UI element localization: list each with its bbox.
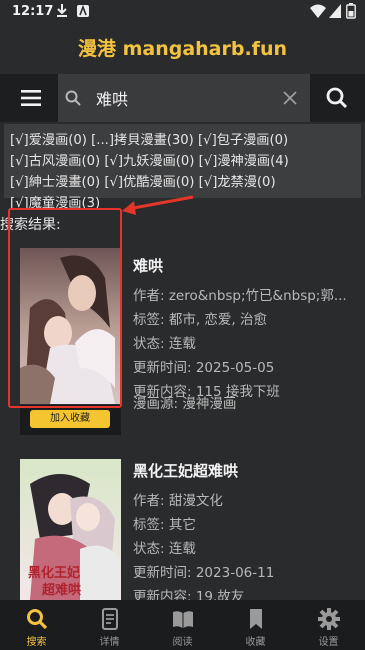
cover-title-text: 超难哄	[42, 582, 81, 598]
result-updated: 更新时间: 2023-06-11	[133, 565, 275, 581]
nav-favorites[interactable]: 收藏	[219, 600, 292, 650]
status-time: 12:17	[12, 4, 54, 19]
search-icon	[65, 90, 81, 106]
battery-icon	[346, 3, 356, 19]
book-icon	[173, 611, 193, 628]
clear-icon[interactable]	[280, 88, 300, 108]
source-item[interactable]: [√]九妖漫画(0)	[104, 154, 194, 169]
nav-read[interactable]: 阅读	[146, 600, 219, 650]
details-icon	[102, 608, 118, 630]
source-item[interactable]: [√]包子漫画(0)	[198, 133, 288, 148]
arrow-icon	[122, 195, 194, 215]
status-bar: 12:17	[0, 0, 365, 24]
cover-title-text: 黑化王妃	[28, 565, 80, 581]
bottom-nav: 搜索 详情 阅读 收藏 设置	[0, 600, 365, 650]
nav-search[interactable]: 搜索	[0, 600, 73, 650]
app-notification-icon	[77, 4, 89, 17]
source-filter-list: [√]爱漫画(0) [...]拷貝漫畫(30) [√]包子漫画(0) [√]古风…	[4, 124, 361, 211]
nav-details[interactable]: 详情	[73, 600, 146, 650]
highlight-box	[8, 208, 122, 408]
gear-icon	[318, 608, 340, 630]
nav-label: 详情	[99, 637, 120, 648]
result-title[interactable]: 难哄	[133, 255, 163, 276]
result-status: 状态: 连载	[133, 541, 196, 557]
search-input[interactable]	[96, 86, 276, 110]
result-title[interactable]: 黑化王妃超难哄	[133, 460, 238, 481]
result-source: 漫画源: 漫神漫画	[133, 396, 237, 412]
add-to-favorites-button[interactable]: 加入收藏	[30, 410, 110, 428]
source-item[interactable]: [√]紳士漫畫(0)	[10, 175, 100, 190]
source-item[interactable]: [...]拷貝漫畫(30)	[91, 133, 194, 148]
search-icon	[326, 87, 348, 109]
source-item[interactable]: [√]古风漫画(0)	[10, 154, 100, 169]
cover-image[interactable]: 黑化王妃 超难哄	[20, 459, 121, 600]
menu-button[interactable]	[0, 74, 58, 122]
result-author: 作者: zero&nbsp;竹已&nbsp;郭...	[133, 288, 347, 304]
result-status: 状态: 连载	[133, 336, 196, 352]
result-author: 作者: 甜漫文化	[133, 493, 223, 509]
source-item[interactable]: [√]龙禁漫(0)	[199, 175, 276, 190]
search-field	[58, 74, 310, 122]
signal-icon	[329, 4, 341, 18]
app-screen: 12:17 漫港 mangaharb.fun 难哄 [√]爱漫画(0) [...…	[0, 0, 365, 650]
search-bar	[0, 74, 365, 122]
nav-label: 搜索	[26, 637, 47, 648]
wifi-icon	[310, 4, 326, 18]
search-icon	[27, 609, 48, 630]
source-item[interactable]: [√]漫神漫画(4)	[199, 154, 289, 169]
result-tags: 标签: 都市, 恋爱, 治愈	[133, 312, 268, 328]
app-title: 漫港 mangaharb.fun	[77, 38, 288, 60]
download-icon	[57, 4, 67, 17]
result-updated: 更新时间: 2025-05-05	[133, 360, 275, 376]
source-item[interactable]: [√]爱漫画(0)	[10, 133, 87, 148]
nav-label: 阅读	[172, 637, 193, 648]
bookmark-icon	[250, 609, 262, 629]
nav-settings[interactable]: 设置	[292, 600, 365, 650]
nav-label: 设置	[318, 637, 339, 648]
hamburger-menu-icon	[21, 90, 41, 106]
source-item[interactable]: [√]优酷漫画(0)	[104, 175, 194, 190]
search-button[interactable]	[310, 74, 365, 122]
nav-label: 收藏	[245, 637, 266, 648]
cover-art: 黑化王妃 超难哄	[20, 459, 121, 600]
result-tags: 标签: 其它	[133, 517, 196, 533]
